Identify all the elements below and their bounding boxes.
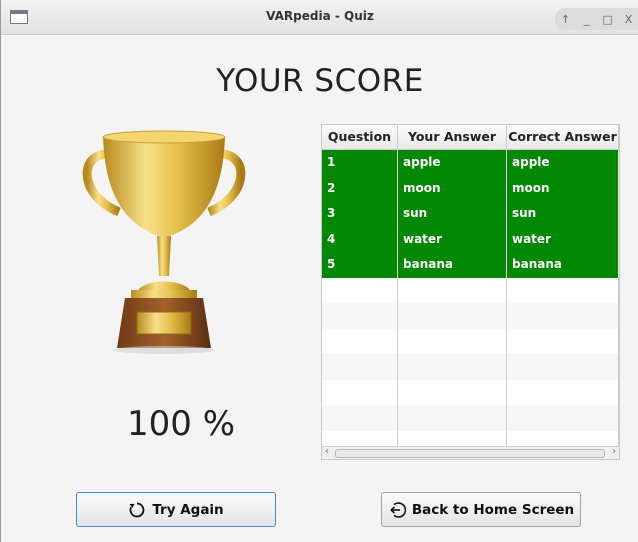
cell-correct-answer: sun bbox=[507, 201, 619, 227]
table-row[interactable]: 4 water water bbox=[322, 226, 619, 252]
cell-question: 1 bbox=[322, 150, 398, 176]
cell-question: 4 bbox=[322, 226, 398, 252]
table-row[interactable]: 5 banana banana bbox=[322, 252, 619, 278]
cell-correct-answer: banana bbox=[507, 252, 619, 278]
table-row[interactable]: 2 moon moon bbox=[322, 175, 619, 201]
refresh-icon bbox=[129, 502, 145, 517]
table-row[interactable]: 1 apple apple bbox=[322, 150, 619, 176]
cell-question: 3 bbox=[322, 201, 398, 227]
column-header-correct-answer[interactable]: Correct Answer bbox=[507, 125, 619, 149]
cell-correct-answer: apple bbox=[507, 150, 619, 176]
back-to-home-button[interactable]: Back to Home Screen bbox=[381, 492, 581, 527]
empty-row bbox=[322, 328, 619, 354]
horizontal-scrollbar[interactable]: ‹ › bbox=[322, 446, 619, 459]
maximize-icon[interactable]: □ bbox=[601, 13, 615, 26]
back-to-home-label: Back to Home Screen bbox=[411, 501, 575, 518]
cell-your-answer: moon bbox=[398, 175, 507, 201]
empty-row bbox=[322, 277, 619, 303]
scroll-right-icon[interactable]: › bbox=[612, 446, 616, 457]
cell-correct-answer: water bbox=[507, 226, 619, 252]
empty-row bbox=[322, 303, 619, 329]
try-again-button[interactable]: Try Again bbox=[76, 492, 276, 527]
cell-your-answer: sun bbox=[398, 201, 507, 227]
title-bar: VARpedia - Quiz ↑ _ □ X bbox=[1, 0, 638, 35]
column-header-question[interactable]: Question bbox=[322, 125, 398, 149]
table-row[interactable]: 3 sun sun bbox=[322, 201, 619, 227]
minimize-icon[interactable]: _ bbox=[580, 13, 594, 26]
try-again-label: Try Again bbox=[152, 501, 224, 518]
table-body: 1 apple apple 2 moon moon 3 sun sun 4 wa… bbox=[322, 150, 619, 456]
cell-your-answer: banana bbox=[398, 252, 507, 278]
empty-row bbox=[322, 405, 619, 431]
cell-correct-answer: moon bbox=[507, 175, 619, 201]
column-header-your-answer[interactable]: Your Answer bbox=[398, 125, 507, 149]
score-heading: YOUR SCORE bbox=[216, 63, 424, 99]
scrollbar-thumb[interactable] bbox=[335, 449, 605, 458]
window-title: VARpedia - Quiz bbox=[266, 9, 374, 23]
trophy-icon bbox=[82, 130, 246, 354]
pin-icon[interactable]: ↑ bbox=[559, 13, 573, 26]
cell-question: 2 bbox=[322, 175, 398, 201]
scroll-left-icon[interactable]: ‹ bbox=[325, 446, 329, 457]
window-controls: ↑ _ □ X bbox=[555, 8, 638, 30]
empty-row bbox=[322, 354, 619, 380]
table-header: Question Your Answer Correct Answer bbox=[322, 125, 619, 150]
back-arrow-icon bbox=[390, 501, 406, 518]
cell-your-answer: water bbox=[398, 226, 507, 252]
quiz-window: VARpedia - Quiz ↑ _ □ X YOUR SCORE 100 %… bbox=[0, 0, 638, 542]
empty-row bbox=[322, 379, 619, 405]
cell-question: 5 bbox=[322, 252, 398, 278]
results-table[interactable]: Question Your Answer Correct Answer 1 ap… bbox=[321, 124, 620, 460]
close-icon[interactable]: X bbox=[622, 13, 636, 26]
cell-your-answer: apple bbox=[398, 150, 507, 176]
score-percentage: 100 % bbox=[127, 404, 236, 444]
